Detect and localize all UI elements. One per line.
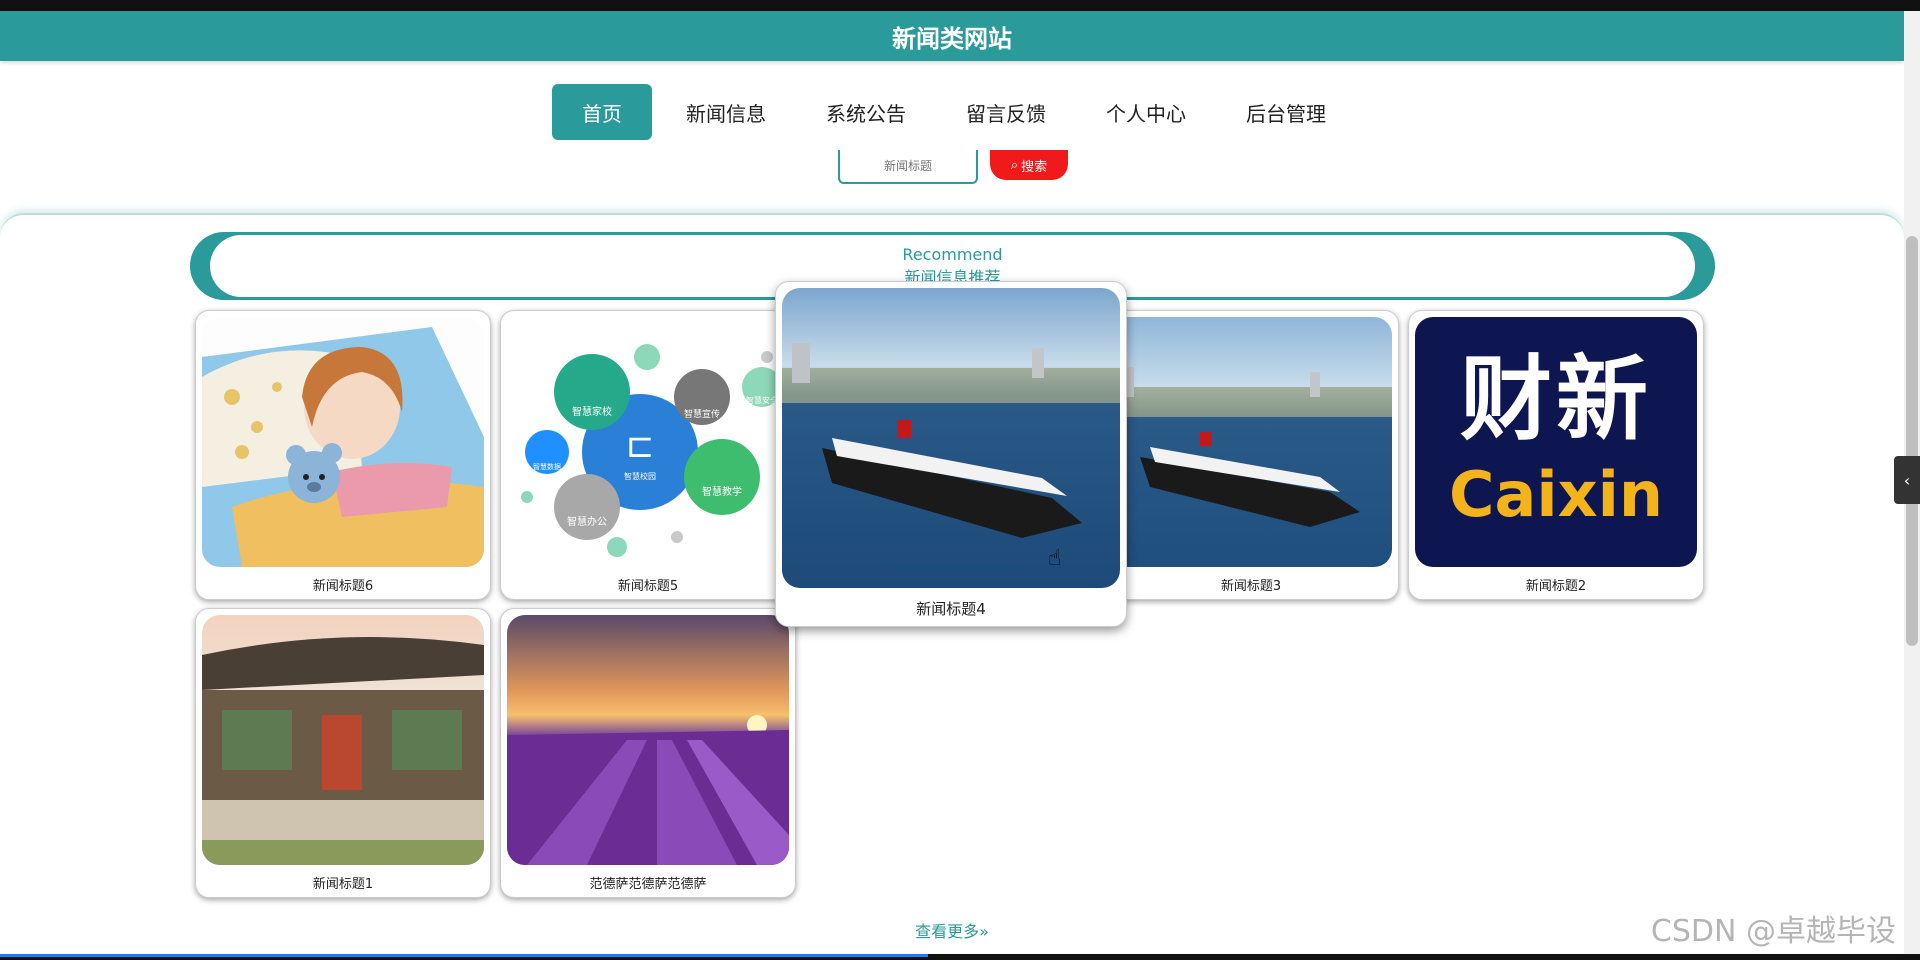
lavender-field-image <box>507 715 789 865</box>
search-button-label: 搜索 <box>1021 158 1048 174</box>
watermark: CSDN @卓越毕设 <box>1650 914 1896 949</box>
news-card[interactable]: 新闻标题1 <box>195 608 491 898</box>
news-card-caption: 新闻标题3 <box>1220 579 1282 594</box>
news-card-caption: 新闻标题5 <box>617 579 679 594</box>
scrollbar-thumb[interactable] <box>1906 236 1918 646</box>
nav-home[interactable]: 首页 <box>552 84 652 140</box>
smart-campus-label: 智慧安全 <box>746 395 778 405</box>
view-more-link[interactable]: 查看更多» <box>0 918 1904 942</box>
main-nav: 首页 新闻信息 系统公告 留言反馈 个人中心 后台管理 <box>0 84 1904 140</box>
search-row: ⌕ 搜索 <box>838 150 1068 184</box>
smart-campus-label: 智慧宣传 <box>684 408 720 420</box>
smart-campus-label: 智慧教学 <box>702 485 742 498</box>
cruise-ship-image <box>782 343 1120 538</box>
news-card-image <box>202 317 484 567</box>
progress-fill <box>0 954 928 957</box>
news-card-image <box>507 615 789 865</box>
nav-admin[interactable]: 后台管理 <box>1220 84 1352 140</box>
smart-campus-image: ⊏ 智慧校园 智慧家校 智慧宣传 智慧安全 智慧数据 智慧教学 智慧办公 <box>507 317 789 567</box>
hand-cursor-icon: ☝ <box>1048 546 1062 571</box>
news-card-image: 财新 Caixin <box>1415 317 1697 567</box>
recommend-title-en: Recommend <box>902 244 1003 264</box>
search-button[interactable]: ⌕ 搜索 <box>990 150 1068 180</box>
smart-campus-label: 智慧办公 <box>567 515 607 528</box>
search-input[interactable] <box>838 150 978 184</box>
news-card[interactable]: 新闻标题3 <box>1103 310 1399 600</box>
news-card-image: ⊏ 智慧校园 智慧家校 智慧宣传 智慧安全 智慧数据 智慧教学 智慧办公 <box>507 317 789 567</box>
nav-news[interactable]: 新闻信息 <box>660 84 792 140</box>
old-house-image <box>202 637 484 865</box>
nav-profile[interactable]: 个人中心 <box>1080 84 1212 140</box>
cartoon-girl-image <box>202 317 484 567</box>
nav-feedback[interactable]: 留言反馈 <box>940 84 1072 140</box>
cruise-ship-image <box>1110 367 1392 527</box>
nav-announcements[interactable]: 系统公告 <box>800 84 932 140</box>
news-card-caption: 范德萨范德萨范德萨 <box>589 877 707 892</box>
news-card-image <box>782 288 1120 588</box>
caixin-logo-en: Caixin <box>1449 457 1663 531</box>
news-card[interactable]: ⊏ 智慧校园 智慧家校 智慧宣传 智慧安全 智慧数据 智慧教学 智慧办公 新闻标… <box>500 310 796 600</box>
bottom-progress-bar <box>0 954 1920 960</box>
caixin-logo-cn: 财新 <box>1459 345 1652 453</box>
news-card-caption: 新闻标题1 <box>312 877 374 892</box>
news-card-image <box>202 615 484 865</box>
browser-top-strip <box>0 0 1920 11</box>
news-card[interactable]: 财新 Caixin 新闻标题2 <box>1408 310 1704 600</box>
site-title: 新闻类网站 <box>892 24 1012 53</box>
news-card[interactable]: 范德萨范德萨范德萨 <box>500 608 796 898</box>
smart-campus-label: 智慧数据 <box>533 462 561 471</box>
smart-campus-label: 智慧家校 <box>572 405 612 418</box>
news-card-caption: 新闻标题6 <box>312 579 374 594</box>
svg-text:⊏: ⊏ <box>626 426 655 466</box>
news-card-caption: 新闻标题4 <box>916 600 986 618</box>
search-icon: ⌕ <box>1010 157 1019 172</box>
chevron-left-icon[interactable]: ‹ <box>1894 456 1920 504</box>
news-card-hovered[interactable]: 新闻标题4 <box>775 281 1127 627</box>
news-card-image <box>1110 317 1392 567</box>
news-card-caption: 新闻标题2 <box>1525 579 1587 594</box>
smart-campus-center-label: 智慧校园 <box>624 471 656 481</box>
site-title-bar: 新闻类网站 <box>0 11 1904 61</box>
news-card[interactable]: 新闻标题6 <box>195 310 491 600</box>
